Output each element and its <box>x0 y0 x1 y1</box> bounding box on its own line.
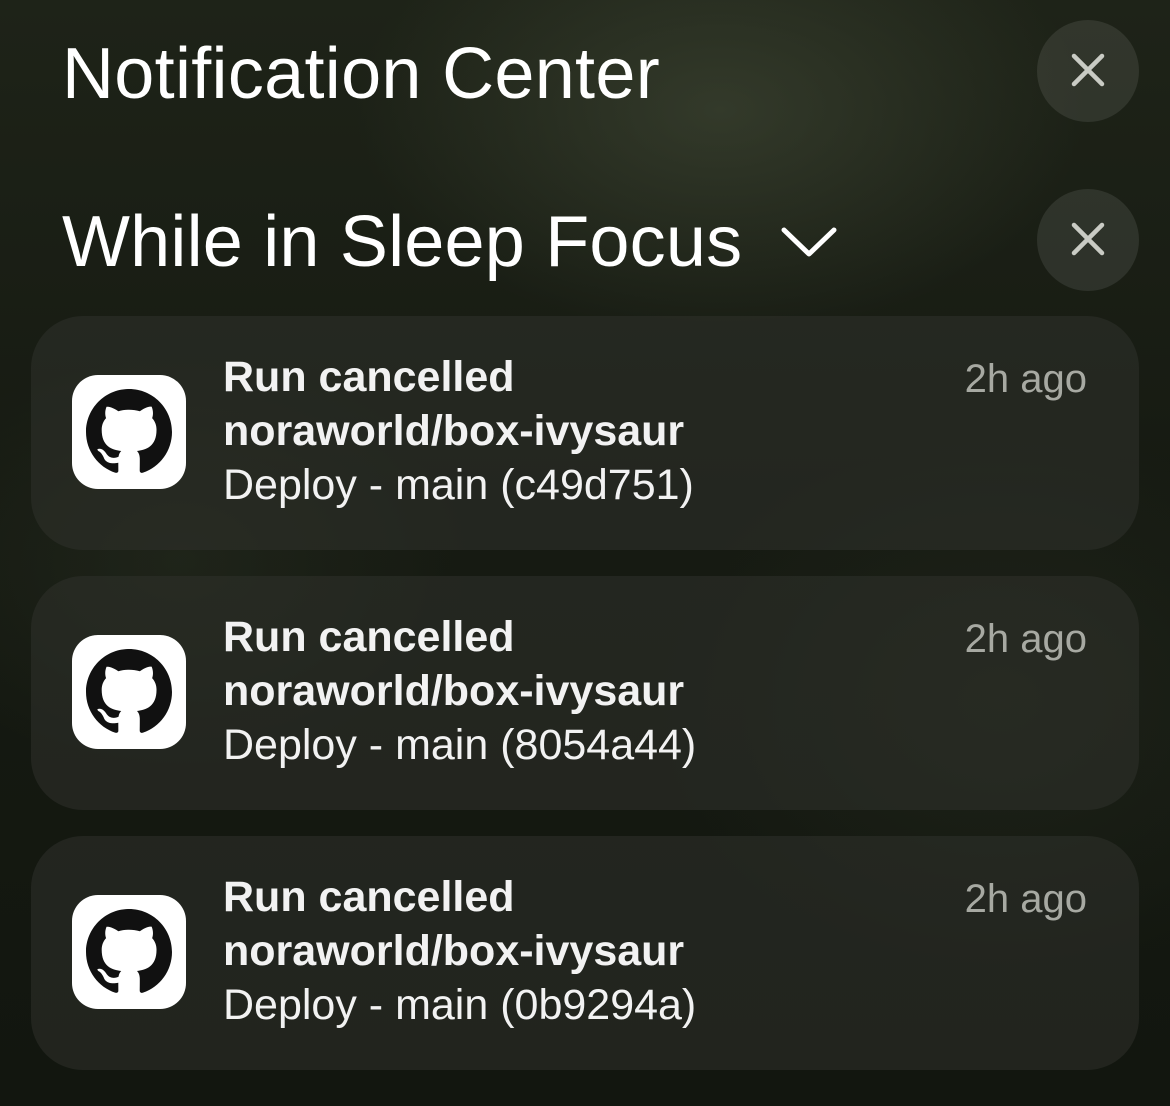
notification-title: Run cancelled <box>223 873 515 921</box>
notification-time: 2h ago <box>964 357 1087 401</box>
close-icon <box>1070 52 1106 91</box>
focus-group-title: While in Sleep Focus <box>62 202 743 282</box>
notification-card[interactable]: Run cancelled noraworld/box-ivysaur Depl… <box>31 836 1139 1070</box>
notification-time: 2h ago <box>964 617 1087 661</box>
github-icon <box>72 895 186 1009</box>
github-icon <box>72 635 186 749</box>
github-icon <box>72 375 186 489</box>
notification-title: Run cancelled <box>223 353 515 401</box>
notification-subtitle: noraworld/box-ivysaur <box>223 667 685 715</box>
page-title: Notification Center <box>62 34 660 114</box>
chevron-down-icon[interactable] <box>780 225 838 259</box>
clear-group-button[interactable] <box>1037 189 1139 291</box>
notification-subtitle: noraworld/box-ivysaur <box>223 927 685 975</box>
notification-body: Deploy - main (c49d751) <box>223 461 694 509</box>
close-icon <box>1070 221 1106 260</box>
notification-title: Run cancelled <box>223 613 515 661</box>
notification-body: Deploy - main (8054a44) <box>223 721 697 769</box>
notification-subtitle: noraworld/box-ivysaur <box>223 407 685 455</box>
close-notification-center-button[interactable] <box>1037 20 1139 122</box>
notification-card[interactable]: Run cancelled noraworld/box-ivysaur Depl… <box>31 576 1139 810</box>
notification-body: Deploy - main (0b9294a) <box>223 981 697 1029</box>
notification-time: 2h ago <box>964 877 1087 921</box>
notification-card[interactable]: Run cancelled noraworld/box-ivysaur Depl… <box>31 316 1139 550</box>
focus-group-header[interactable]: While in Sleep Focus <box>62 200 838 284</box>
